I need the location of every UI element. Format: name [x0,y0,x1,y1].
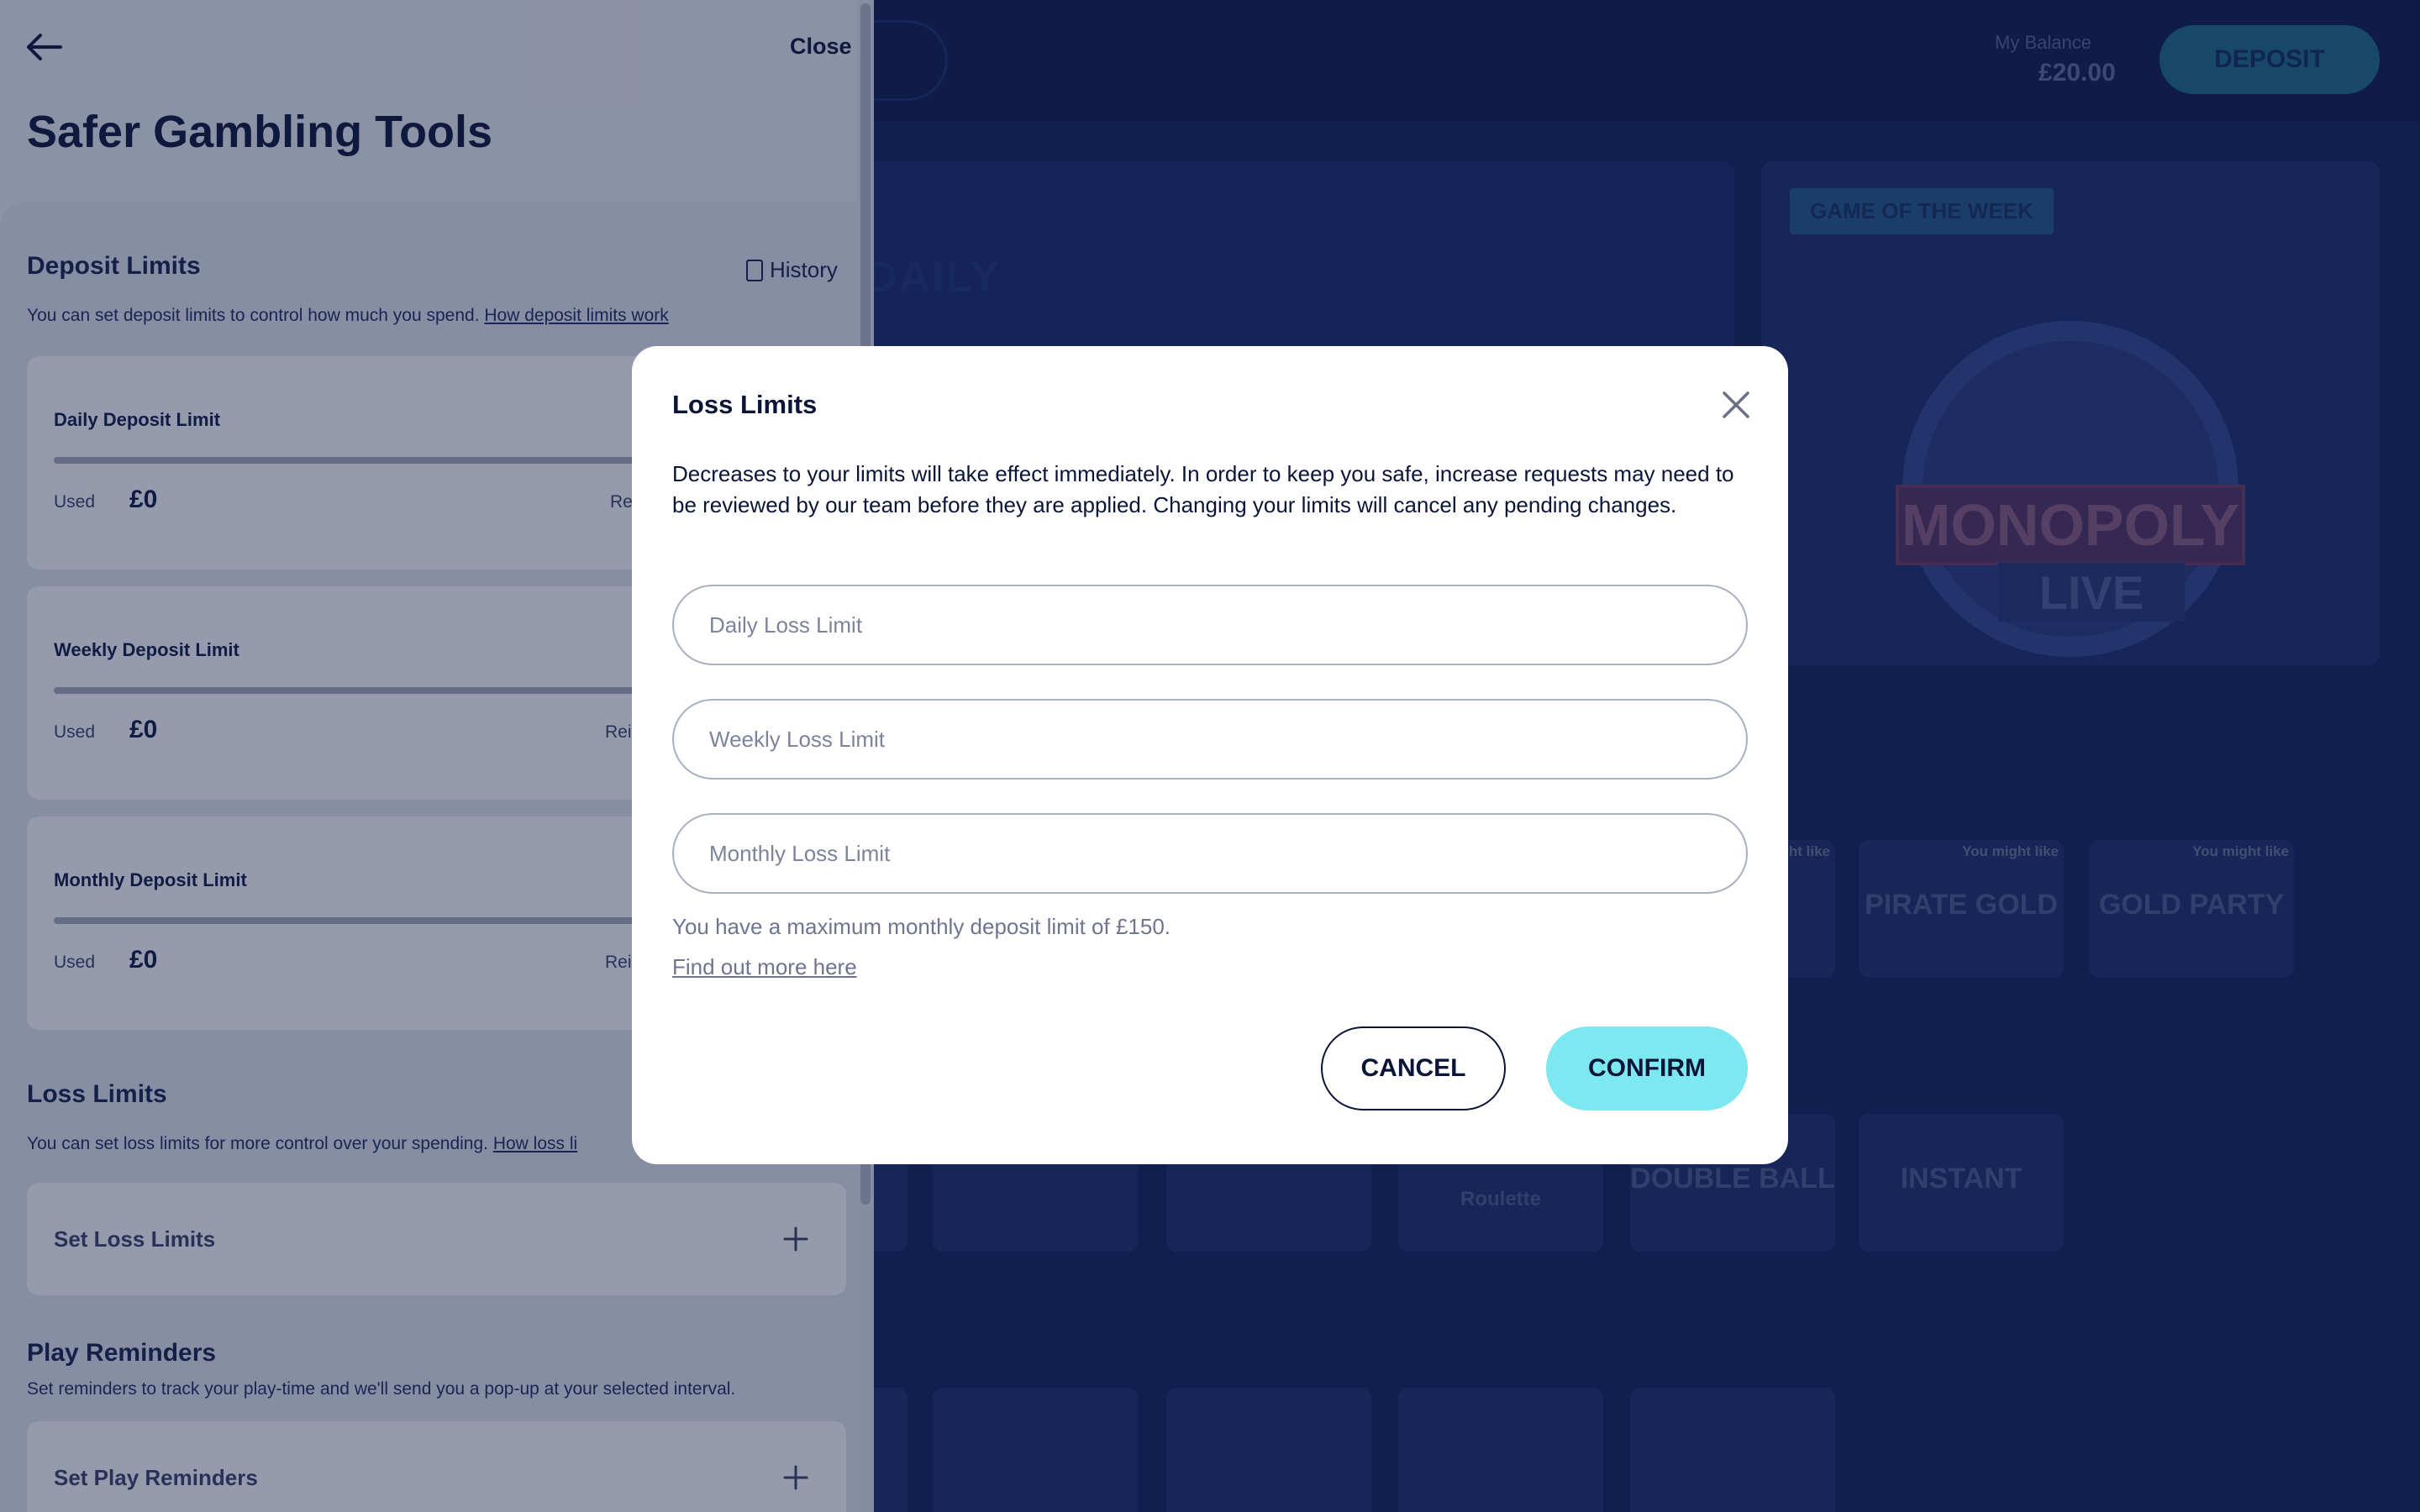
close-icon[interactable] [1721,390,1751,420]
find-out-more-link[interactable]: Find out more here [672,954,857,980]
modal-title: Loss Limits [672,390,818,419]
weekly-loss-limit-input[interactable] [672,699,1748,780]
max-deposit-note: You have a maximum monthly deposit limit… [672,914,1171,939]
daily-loss-limit-input[interactable] [672,585,1748,665]
monthly-loss-limit-input[interactable] [672,813,1748,894]
modal-description: Decreases to your limits will take effec… [672,461,1734,517]
confirm-button[interactable]: CONFIRM [1546,1026,1748,1110]
loss-limits-modal: Loss Limits Decreases to your limits wil… [632,346,1788,1164]
cancel-button[interactable]: CANCEL [1321,1026,1506,1110]
